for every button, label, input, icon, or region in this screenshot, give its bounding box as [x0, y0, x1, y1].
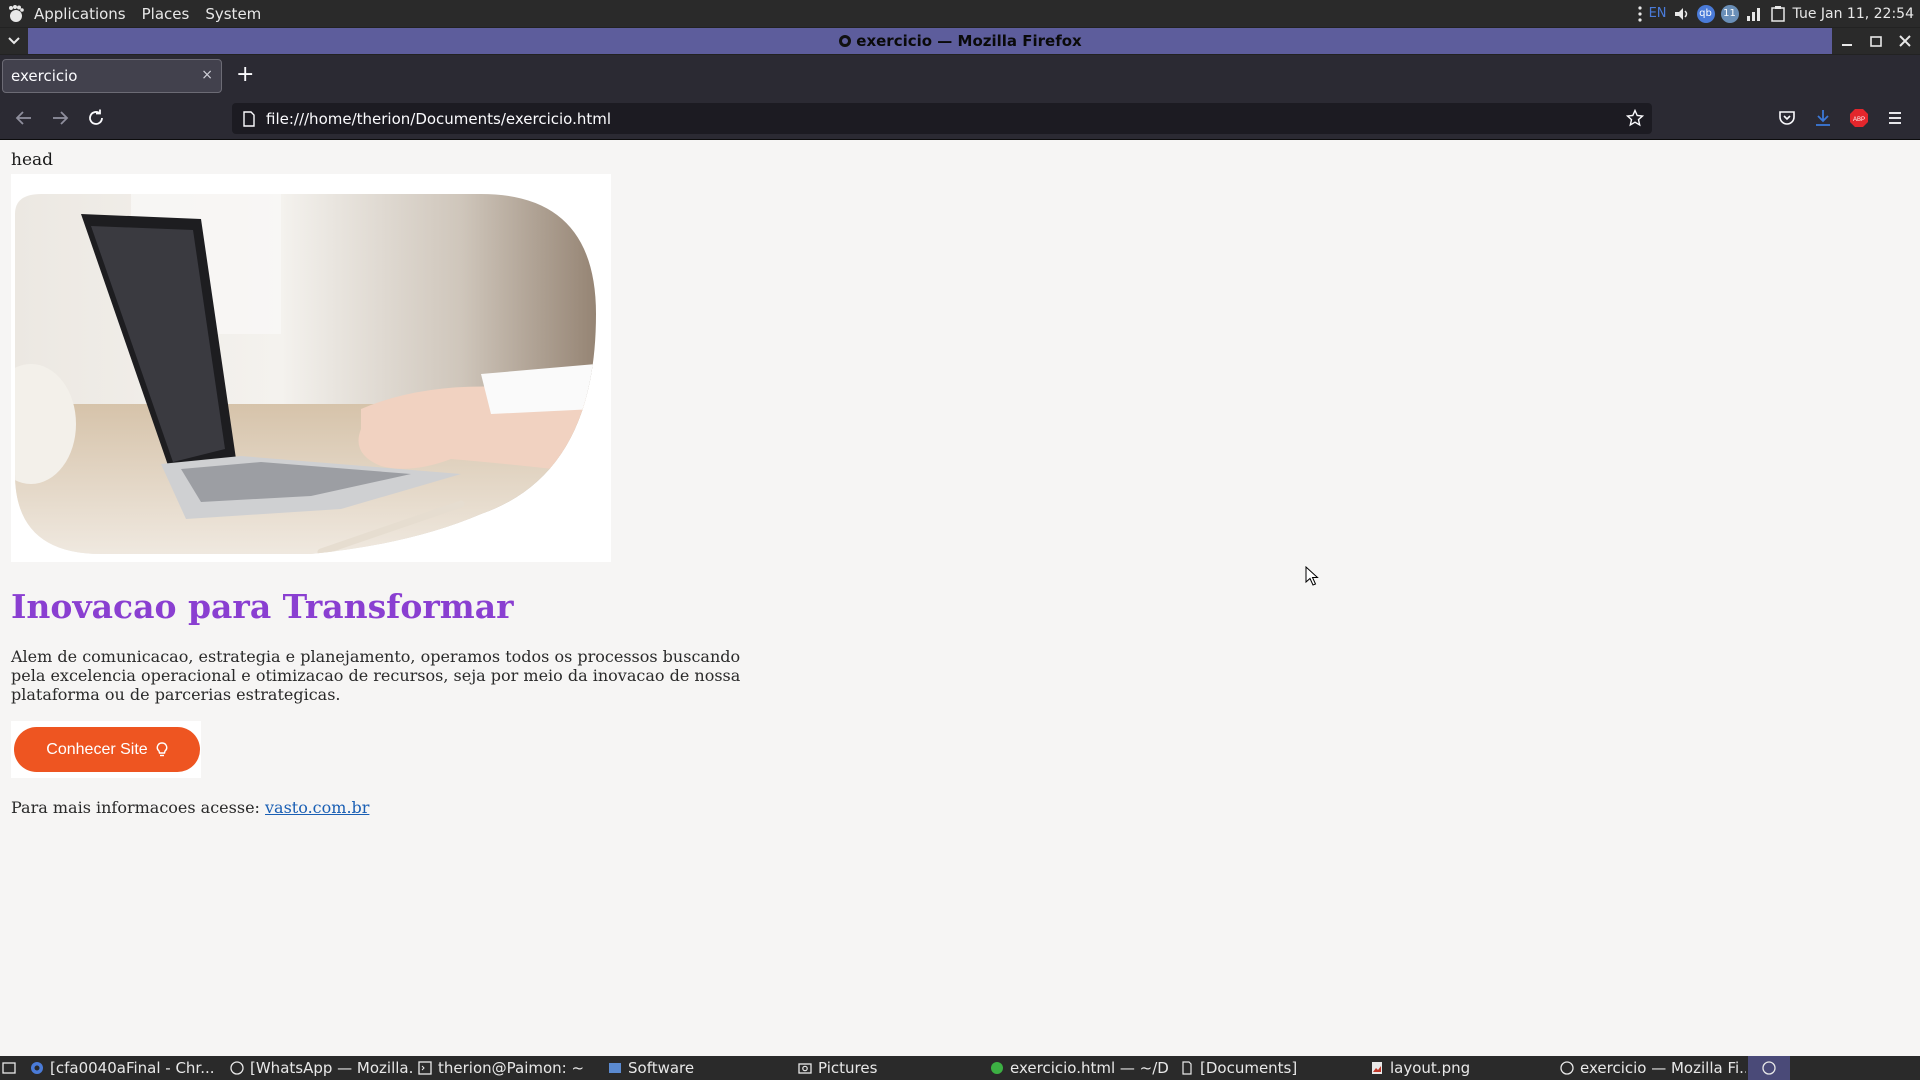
taskbar-item-whatsapp[interactable]: [WhatsApp — Mozilla... [230, 1056, 412, 1080]
menu-applications[interactable]: Applications [34, 5, 126, 23]
minimize-icon[interactable] [1840, 34, 1854, 48]
taskbar-item-label: layout.png [1390, 1059, 1471, 1077]
hamburger-menu-icon[interactable] [1885, 108, 1905, 128]
document-icon [1182, 1061, 1192, 1075]
menu-places[interactable]: Places [142, 5, 190, 23]
taskbar-item-software[interactable]: Software [608, 1056, 788, 1080]
forward-arrow-icon[interactable] [50, 108, 70, 128]
taskbar-workspace-switcher[interactable] [1748, 1056, 1790, 1080]
taskbar-item-text-editor[interactable]: exercicio.html — ~/D... [990, 1056, 1170, 1080]
tab-exercicio[interactable]: exercicio × [2, 59, 222, 93]
taskbar-item-label: Software [628, 1059, 695, 1077]
chevron-down-icon [8, 37, 20, 45]
adblock-plus-icon[interactable]: ABP [1849, 108, 1869, 128]
page-description: Alem de comunicacao, estrategia e planej… [11, 647, 741, 704]
page-heading: Inovacao para Transformar [11, 587, 514, 626]
firefox-icon [230, 1061, 244, 1075]
pocket-icon[interactable] [1777, 108, 1797, 128]
taskbar-item-terminal[interactable]: therion@Paimon: ~ [418, 1056, 588, 1080]
browser-tab-strip: exercicio × + [0, 55, 1920, 97]
bookmark-star-icon[interactable] [1626, 109, 1644, 127]
maximize-icon[interactable] [1869, 34, 1883, 48]
taskbar-item-label: [Documents] [1200, 1059, 1298, 1077]
conhecer-site-button[interactable]: Conhecer Site [14, 727, 200, 772]
bottom-taskbar: [cfa0040aFinal - Chr... [WhatsApp — Mozi… [0, 1056, 1920, 1080]
taskbar-item-label: Pictures [818, 1059, 878, 1077]
taskbar-item-label: exercicio — Mozilla Fi... [1580, 1059, 1746, 1077]
taskbar-item-layout-png[interactable]: layout.png [1370, 1056, 1550, 1080]
gnome-foot-icon[interactable] [6, 4, 26, 24]
keyboard-layout-indicator[interactable]: EN [1649, 6, 1667, 21]
url-text[interactable]: file:///home/therion/Documents/exercicio… [266, 110, 611, 128]
tab-title: exercicio [11, 67, 78, 85]
cta-label: Conhecer Site [46, 740, 148, 758]
taskbar-item-pictures[interactable]: Pictures [798, 1056, 978, 1080]
more-info-prefix: Para mais informacoes acesse: [11, 798, 266, 817]
clipboard-icon[interactable] [1769, 5, 1787, 23]
kebab-menu-icon[interactable] [1637, 5, 1643, 23]
chrome-icon [31, 1062, 43, 1074]
window-controls [1832, 28, 1920, 54]
tab-close-button[interactable]: × [201, 67, 213, 83]
svg-text:ABP: ABP [1853, 117, 1865, 123]
show-desktop-button[interactable] [2, 1056, 28, 1080]
url-bar[interactable]: file:///home/therion/Documents/exercicio… [232, 103, 1652, 134]
firefox-icon [1762, 1061, 1776, 1075]
camera-icon [798, 1063, 812, 1074]
taskbar-item-documents[interactable]: [Documents] [1180, 1056, 1360, 1080]
network-icon[interactable] [1745, 5, 1763, 23]
downloads-icon[interactable] [1813, 108, 1833, 128]
text-editor-icon [991, 1062, 1003, 1074]
hero-image [11, 174, 611, 562]
menu-system[interactable]: System [205, 5, 261, 23]
terminal-icon [418, 1061, 432, 1075]
cta-container: Conhecer Site [11, 721, 201, 778]
back-arrow-icon[interactable] [14, 108, 34, 128]
taskbar-item-label: [WhatsApp — Mozilla... [250, 1059, 412, 1077]
page-icon [243, 110, 255, 127]
mouse-pointer-icon [1305, 566, 1319, 586]
browser-nav-toolbar: file:///home/therion/Documents/exercicio… [0, 97, 1920, 140]
page-content: head Inovacao para Transformar Alem de c… [0, 141, 1920, 1056]
taskbar-item-firefox-active[interactable]: exercicio — Mozilla Fi... [1560, 1056, 1746, 1080]
volume-icon[interactable] [1673, 5, 1691, 23]
window-menu-button[interactable] [0, 28, 28, 54]
vasto-link[interactable]: vasto.com.br [265, 798, 369, 817]
window-titlebar[interactable]: exercicio — Mozilla Firefox [0, 27, 1920, 55]
system-menu-bar: Applications Places System [0, 4, 277, 24]
image-file-icon [1372, 1062, 1382, 1074]
laptop-photo-image [15, 194, 596, 554]
qbittorrent-icon[interactable]: qb [1696, 4, 1715, 23]
close-icon[interactable] [1898, 34, 1912, 48]
taskbar-item-label: [cfa0040aFinal - Chr... [50, 1059, 215, 1077]
head-text: head [11, 150, 54, 170]
more-info-line: Para mais informacoes acesse: vasto.com.… [11, 798, 369, 817]
firefox-icon [839, 35, 852, 47]
firefox-icon [1560, 1061, 1574, 1075]
lightbulb-icon [156, 741, 167, 756]
taskbar-item-label: therion@Paimon: ~ [438, 1059, 585, 1077]
system-tray: EN qb 11 Tue Jan 11, 22:54 [1637, 0, 1914, 27]
notification-badge-icon[interactable]: 11 [1720, 4, 1739, 23]
clock[interactable]: Tue Jan 11, 22:54 [1793, 6, 1914, 22]
reload-icon[interactable] [86, 108, 106, 128]
new-tab-button[interactable]: + [236, 64, 254, 86]
desktop-icon [2, 1062, 16, 1074]
system-top-panel: Applications Places System EN qb 11 Tue … [0, 0, 1920, 27]
taskbar-item-chrome[interactable]: [cfa0040aFinal - Chr... [30, 1056, 226, 1080]
software-center-icon [609, 1063, 621, 1073]
taskbar-item-label: exercicio.html — ~/D... [1010, 1059, 1170, 1077]
window-title: exercicio — Mozilla Firefox [856, 32, 1082, 50]
